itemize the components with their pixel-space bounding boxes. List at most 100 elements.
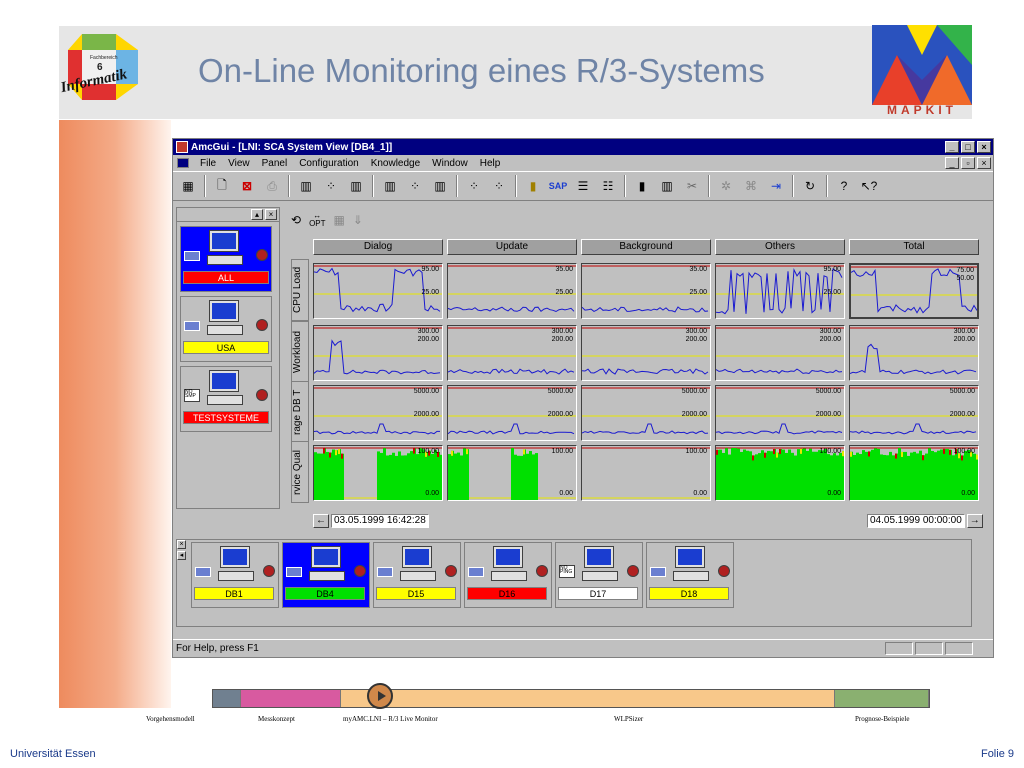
chart-cell[interactable]: 5000.00 2000.00: [447, 385, 577, 441]
sap-icon[interactable]: SAP: [547, 175, 569, 197]
quality-bar: [416, 454, 419, 500]
mdi-restore-button[interactable]: ▫: [961, 157, 975, 169]
database-icon[interactable]: ▮: [522, 175, 544, 197]
grid-icon[interactable]: ▦: [334, 213, 345, 227]
chart-cell[interactable]: 5000.00 2000.00: [581, 385, 711, 441]
list-icon[interactable]: ☰: [572, 175, 594, 197]
menu-view[interactable]: View: [227, 158, 251, 169]
forward-arrow-icon[interactable]: →: [966, 514, 983, 528]
system-tile[interactable]: NO PING D17: [555, 542, 643, 608]
monitor-config-icon[interactable]: ▦: [177, 175, 199, 197]
window-titlebar[interactable]: AmcGui - [LNI: SCA System View [DB4_1]] …: [173, 139, 993, 155]
chart-cell[interactable]: 300.00 200.00: [447, 325, 577, 381]
nav-label-wlpsizer[interactable]: WLPSizer: [614, 715, 643, 723]
system-label: D18: [649, 587, 729, 600]
nav-label-prognose[interactable]: Prognose-Beispiele: [855, 715, 909, 723]
nav-segment-live-monitor[interactable]: [341, 690, 835, 707]
chart-cell[interactable]: 300.00 200.00: [715, 325, 845, 381]
system-tile[interactable]: USA: [180, 296, 272, 362]
list-detail-icon[interactable]: ☷: [597, 175, 619, 197]
refresh-chart-icon[interactable]: ⟲: [291, 213, 301, 227]
menu-help[interactable]: Help: [479, 158, 502, 169]
chart-cell[interactable]: 300.00 200.00: [313, 325, 443, 381]
server-h-network-icon[interactable]: ⁘: [404, 175, 426, 197]
system-tile[interactable]: D16: [464, 542, 552, 608]
server-s-network-icon[interactable]: ⁘: [488, 175, 510, 197]
chart-cell[interactable]: 100.00 0.00: [581, 445, 711, 501]
system-tile[interactable]: ALL: [180, 226, 272, 292]
computer-base: [673, 571, 709, 581]
options-icon[interactable]: ↔ OPT: [309, 212, 325, 228]
refresh-icon[interactable]: ↻: [799, 175, 821, 197]
quality-bar: [755, 454, 758, 500]
chart-cell[interactable]: 100.00 0.00: [447, 445, 577, 501]
row-tab[interactable]: CPU Load: [291, 259, 309, 321]
back-arrow-icon[interactable]: ←: [313, 514, 329, 528]
server-network-icon[interactable]: ⁘: [320, 175, 342, 197]
nav-label-live-monitor[interactable]: myAMC.LNI – R/3 Live Monitor: [343, 715, 438, 723]
settings-icon[interactable]: ✲: [715, 175, 737, 197]
export-icon[interactable]: ⇥: [765, 175, 787, 197]
network-icon[interactable]: ⌘: [740, 175, 762, 197]
menu-window[interactable]: Window: [431, 158, 469, 169]
menu-panel[interactable]: Panel: [261, 158, 289, 169]
system-tile[interactable]: DB1: [191, 542, 279, 608]
delete-icon[interactable]: ⊠: [236, 175, 258, 197]
maximize-button[interactable]: □: [961, 141, 975, 153]
system-tile[interactable]: D15: [373, 542, 461, 608]
chart-cell[interactable]: 95.00 25.00: [313, 263, 443, 319]
chart-cell[interactable]: 75.00 50.00: [849, 263, 979, 319]
chart-cell[interactable]: 100.00 0.00: [849, 445, 979, 501]
tools-icon[interactable]: ✂: [681, 175, 703, 197]
minimize-button[interactable]: _: [945, 141, 959, 153]
mdi-close-button[interactable]: ×: [977, 157, 991, 169]
server-group-icon[interactable]: ▥: [345, 175, 367, 197]
row-tab[interactable]: rage DB T: [291, 381, 309, 443]
document-icon[interactable]: [177, 158, 189, 168]
server-chart-icon[interactable]: ▥: [656, 175, 678, 197]
chart-cell[interactable]: 100.00 0.00: [313, 445, 443, 501]
strip-close-button[interactable]: ×: [177, 540, 186, 549]
server-h-group-icon[interactable]: ▥: [429, 175, 451, 197]
system-tile[interactable]: DB4: [282, 542, 370, 608]
menu-file[interactable]: File: [199, 158, 217, 169]
chart-cell[interactable]: 5000.00 2000.00: [715, 385, 845, 441]
help-icon[interactable]: ?: [833, 175, 855, 197]
row-tab[interactable]: Workload: [291, 321, 309, 383]
time-start[interactable]: 03.05.1999 16:42:28: [331, 514, 429, 528]
chart-cell[interactable]: 100.00 0.00: [715, 445, 845, 501]
chart-cell[interactable]: 5000.00 2000.00: [313, 385, 443, 441]
chart-cell[interactable]: 300.00 200.00: [849, 325, 979, 381]
panel-restore-button[interactable]: ▴: [251, 209, 263, 220]
nav-label-messkonzept[interactable]: Messkonzept: [258, 715, 295, 723]
server-group-icon[interactable]: ▥: [295, 175, 317, 197]
quality-bar: [898, 448, 901, 500]
print-icon[interactable]: ⎙: [261, 175, 283, 197]
menu-configuration[interactable]: Configuration: [298, 158, 359, 169]
panel-close-button[interactable]: ×: [265, 209, 277, 220]
download-icon[interactable]: ⇓: [353, 213, 363, 227]
database-chart-icon[interactable]: ▮: [631, 175, 653, 197]
server-h-icon[interactable]: ▥: [379, 175, 401, 197]
nav-label-vorgehensmodell[interactable]: Vorgehensmodell: [146, 715, 195, 723]
system-tile[interactable]: NO SMP TESTSYSTEME: [180, 366, 272, 432]
context-help-icon[interactable]: ↖?: [858, 175, 880, 197]
chart-cell[interactable]: 95.00 25.00: [715, 263, 845, 319]
chart-cell[interactable]: 5000.00 2000.00: [849, 385, 979, 441]
mdi-minimize-button[interactable]: _: [945, 157, 959, 169]
nav-segment-vorgehensmodell[interactable]: [213, 690, 241, 707]
nav-segment-messkonzept[interactable]: [241, 690, 341, 707]
strip-scroll-button[interactable]: ◂: [177, 551, 186, 560]
play-indicator-icon[interactable]: [367, 683, 393, 709]
menu-knowledge[interactable]: Knowledge: [370, 158, 421, 169]
system-tile[interactable]: D18: [646, 542, 734, 608]
close-button[interactable]: ×: [977, 141, 991, 153]
chart-cell[interactable]: 35.00 25.00: [447, 263, 577, 319]
chart-cell[interactable]: 35.00 25.00: [581, 263, 711, 319]
new-document-icon[interactable]: 🗋: [211, 175, 233, 197]
time-end[interactable]: 04.05.1999 00:00:00: [867, 514, 965, 528]
chart-cell[interactable]: 300.00 200.00: [581, 325, 711, 381]
row-tab[interactable]: rvice Qual: [291, 441, 309, 503]
server-s-icon[interactable]: ⁘: [463, 175, 485, 197]
nav-segment-prognose[interactable]: [835, 690, 929, 707]
